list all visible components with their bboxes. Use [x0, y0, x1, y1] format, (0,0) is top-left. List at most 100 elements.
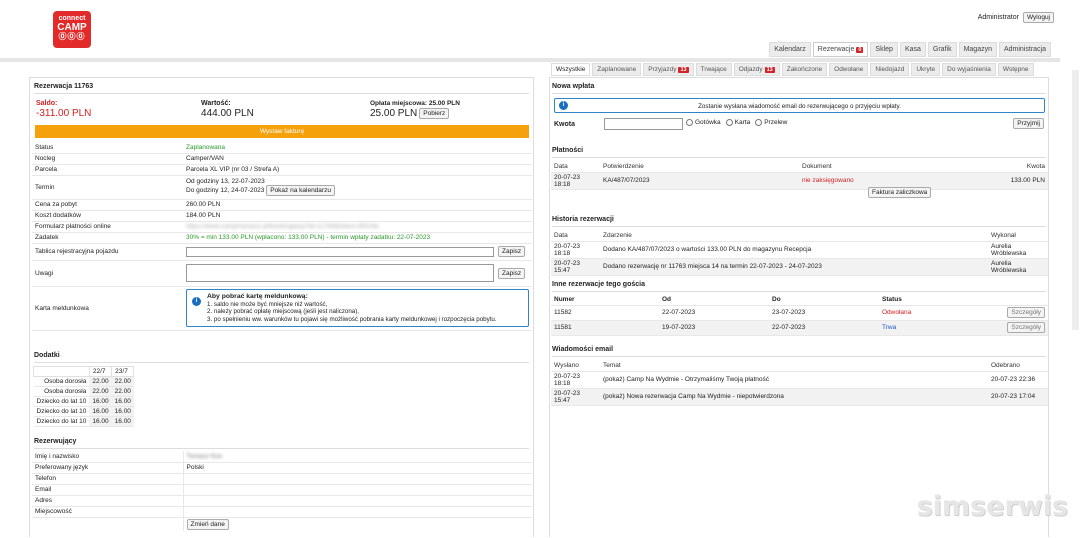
tab-przyjazdy[interactable]: Przyjazdy 13 — [643, 63, 694, 76]
save-plate-button[interactable]: Zapisz — [498, 246, 526, 257]
guest-row: Preferowany język Polski — [32, 462, 532, 474]
email-subject[interactable]: (pokaż) Camp Na Wydmie - Otrzymaliśmy Tw… — [600, 371, 988, 389]
tab-zaplanowane[interactable]: Zaplanowane — [592, 63, 642, 76]
history-row: 20-07-23 15:47 Dodano rezerwację nr 11763… — [551, 258, 1048, 276]
oplata-label: Opłata miejscowa: 25.00 PLN — [370, 100, 460, 107]
tab-label: Odwołane — [834, 66, 864, 73]
details-button[interactable]: Szczegóły — [1007, 322, 1045, 333]
formularz-link[interactable]: https://www.campmaniacs.pl/booking/pay?i… — [183, 221, 532, 233]
invoice-button[interactable]: Wystaw fakturę — [35, 125, 529, 138]
tablica-input[interactable] — [186, 246, 494, 257]
inne-title: Inne rezerwacje tego gościa — [552, 281, 1046, 292]
przyjmij-button[interactable]: Przyjmij — [1013, 118, 1044, 129]
logout-button[interactable]: Wyloguj — [1022, 12, 1054, 23]
dodatki-row: Osoba dorosła 22.00 22.00 — [33, 386, 134, 397]
history-row: 20-07-23 18:18 Dodano KA/487/07/2023 o wa… — [551, 241, 1048, 259]
detail-row: Cena za pobyt 260.00 PLN — [32, 199, 532, 211]
tab-odjazdy[interactable]: Odjazdy 13 — [733, 63, 780, 76]
tab-do-wyjasnienia[interactable]: Do wyjaśnienia — [942, 63, 996, 76]
email-received: 20-07-23 22:36 — [988, 371, 1048, 389]
other-num: 11582 — [551, 305, 659, 321]
app-logo[interactable]: connect CAMP ⓪⓪⓪ — [53, 11, 91, 48]
radio-przelew[interactable]: Przelew — [755, 119, 787, 126]
radio-icon — [725, 119, 733, 126]
tab-wszystkie[interactable]: Wszystkie — [551, 63, 591, 76]
history-user: Aurelia Wróblewska — [988, 241, 1048, 259]
rezerwujacy-title: Rezerwujący — [34, 438, 529, 449]
guest-row: Zmień dane — [32, 517, 532, 531]
nav-administracja[interactable]: Administracja — [998, 42, 1051, 57]
tab-zakonczone[interactable]: Zakończone — [781, 63, 828, 76]
platnosci-table: Data Potwierdzenie Dokument Kwota 20-07-23 … — [551, 162, 1048, 190]
email-row: 20-07-23 15:47 (pokaż) Nowa rezerwacja Ca… — [551, 388, 1048, 406]
parcela-label: Parcela — [32, 164, 183, 176]
reservation-tabs: Wszystkie Zaplanowane Przyjazdy 13 Trwają… — [551, 63, 1034, 76]
nav-label: Grafik — [932, 46, 952, 53]
tab-niedojazd[interactable]: Niedojazd — [870, 63, 910, 76]
tablica-label: Tablica rejestracyjna pojazdu — [32, 243, 183, 261]
side-panel: Nowa wpłata i Zostanie wysłana wiadomość… — [549, 77, 1049, 537]
guest-row: Email — [32, 484, 532, 496]
dodatek-v2: 16.00 — [111, 396, 134, 407]
telefon-value — [183, 473, 532, 485]
telefon-label: Telefon — [32, 473, 184, 485]
faktura-zaliczkowa-button[interactable]: Faktura zaliczkowa — [868, 187, 932, 198]
dodatek-v1: 16.00 — [89, 396, 112, 407]
col-status: Status — [879, 295, 955, 306]
other-reservation-row: 11581 19-07-2023 22-07-2023 Trwa Szczegóły — [551, 320, 1048, 336]
koszt-value: 184.00 PLN — [183, 210, 532, 222]
zadatek-label: Zadatek — [32, 232, 183, 244]
nav-label: Administracja — [1003, 46, 1046, 53]
kwota-input[interactable] — [604, 118, 683, 130]
tab-label: Wszystkie — [556, 66, 586, 73]
nav-sklep[interactable]: Sklep — [870, 42, 898, 57]
change-data-button[interactable]: Zmień dane — [186, 518, 229, 530]
page-scrollbar[interactable] — [1072, 70, 1079, 330]
other-num: 11581 — [551, 320, 659, 336]
nav-label: Magazyn — [963, 46, 992, 53]
tab-ukryte[interactable]: Ukryte — [911, 63, 941, 76]
email-received: 20-07-23 17:04 — [988, 388, 1048, 406]
nav-kalendarz[interactable]: Kalendarz — [769, 42, 811, 57]
dodatki-header: 22/7 23/7 — [33, 366, 135, 377]
main-nav: Kalendarz Rezerwacje 0 Sklep Kasa Grafik … — [769, 42, 1051, 57]
radio-karta[interactable]: Karta — [725, 119, 751, 126]
wiadomosci-header: Wysłano Temat Odebrano — [551, 361, 1048, 372]
other-status: Trwa — [879, 320, 955, 336]
tab-label: Do wyjaśnienia — [947, 66, 991, 73]
email-subject[interactable]: (pokaż) Nowa rezerwacja Camp Na Wydmie -… — [600, 388, 988, 406]
radio-gotowka[interactable]: Gotówka — [686, 119, 721, 126]
koszt-label: Koszt dodatków — [32, 210, 183, 222]
reservation-details: Status Zaplanowana Nocleg Camper/VAN Parce… — [32, 142, 532, 331]
jezyk-label: Preferowany język — [32, 462, 184, 474]
details-button[interactable]: Szczegóły — [1007, 307, 1045, 318]
dodatek-v1: 22.00 — [89, 386, 112, 397]
nav-label: Sklep — [875, 46, 893, 53]
col-wyslano: Wysłano — [551, 361, 600, 372]
payment-info-text: Zostanie wysłana wiadomość email do reze… — [698, 103, 901, 110]
history-date: 20-07-23 18:18 — [551, 241, 600, 259]
payment-method: Gotówka Karta Przelew — [686, 119, 787, 126]
col-data: Data — [551, 231, 600, 242]
imie-label: Imię i nazwisko — [32, 451, 184, 463]
nav-rezerwacje[interactable]: Rezerwacje 0 — [812, 42, 869, 57]
radio-label: Karta — [734, 119, 751, 126]
uwagi-textarea[interactable] — [186, 264, 494, 282]
dodatek-name: Dziecko do lat 10 — [33, 406, 90, 417]
detail-row: Nocleg Camper/VAN — [32, 153, 532, 165]
save-notes-button[interactable]: Zapisz — [498, 267, 526, 279]
karta-title: Aby pobrać kartę meldunkową: — [207, 293, 308, 300]
tab-odwolane[interactable]: Odwołane — [829, 63, 869, 76]
nav-grafik[interactable]: Grafik — [927, 42, 957, 57]
tab-trwajace[interactable]: Trwające — [695, 63, 732, 76]
nav-magazyn[interactable]: Magazyn — [958, 42, 997, 57]
tab-label: Przyjazdy — [648, 66, 677, 73]
show-calendar-button[interactable]: Pokaż na kalendarzu — [266, 185, 335, 196]
other-reservation-row: 11582 22-07-2023 23-07-2023 Odwołana Szczegó… — [551, 305, 1048, 321]
pobierz-button[interactable]: Pobierz — [419, 108, 450, 119]
email-value — [183, 484, 532, 496]
col-zdarzenie: Zdarzenie — [600, 231, 988, 242]
tab-wstepne[interactable]: Wstępne — [997, 63, 1034, 76]
nav-kasa[interactable]: Kasa — [899, 42, 926, 57]
zadatek-value: 30% = min 133.00 PLN (wpłacono: 133.00 P… — [183, 232, 532, 244]
